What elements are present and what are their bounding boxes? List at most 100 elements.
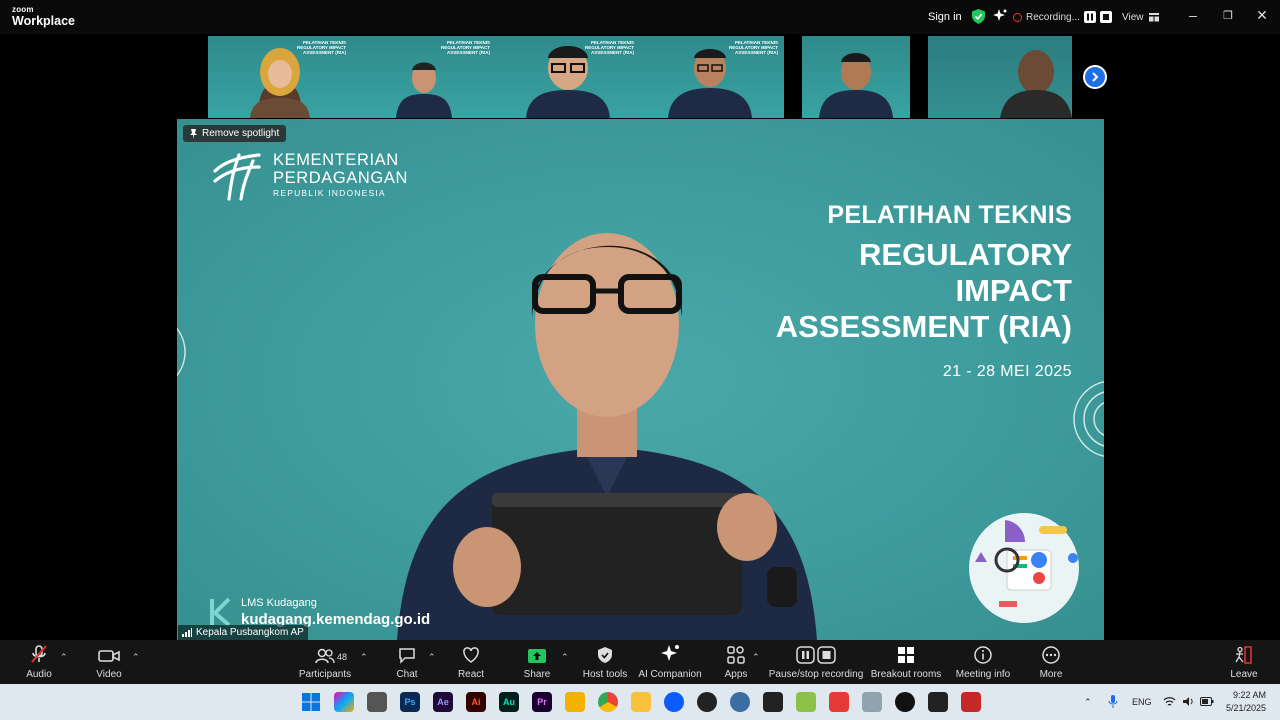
breakout-rooms-button[interactable]: Breakout rooms <box>870 640 942 684</box>
audition-icon[interactable]: Au <box>499 692 519 712</box>
ai-companion-label: AI Companion <box>638 669 702 680</box>
analytics-illustration-icon <box>969 513 1079 623</box>
participant-video <box>1000 50 1072 118</box>
close-icon[interactable]: ✕ <box>1252 7 1272 24</box>
video-button[interactable]: Video <box>94 640 124 684</box>
after-effects-icon[interactable]: Ae <box>433 692 453 712</box>
tray-mic-icon[interactable] <box>1108 695 1118 709</box>
chat-label: Chat <box>396 669 418 680</box>
participant-thumbnail[interactable]: PELATIHAN TEKNIS REGULATORY IMPACT ASSES… <box>352 36 496 118</box>
pause-recording-icon[interactable] <box>1083 11 1096 23</box>
file-explorer-icon[interactable] <box>631 692 651 712</box>
security-shield-icon[interactable] <box>972 9 985 24</box>
decorative-arc-right <box>1073 381 1104 457</box>
participant-video <box>819 53 893 118</box>
meeting-info-label: Meeting info <box>955 669 1011 680</box>
video-options-chevron-up-icon[interactable]: ⌃ <box>132 652 140 663</box>
title-bar: zoom Workplace Sign in Recording... View… <box>0 0 1280 34</box>
more-button[interactable]: More <box>1036 640 1066 684</box>
chrome-icon[interactable] <box>598 692 618 712</box>
mic-muted-icon <box>31 645 47 663</box>
meeting-info-button[interactable]: Meeting info <box>953 640 1013 684</box>
apps-chevron-up-icon[interactable]: ⌃ <box>752 652 760 663</box>
chat-button[interactable]: Chat <box>392 640 422 684</box>
apps-button[interactable]: Apps <box>721 640 751 684</box>
windows-start-icon[interactable] <box>301 692 321 712</box>
participant-thumbnail[interactable]: PELATIHAN TEKNIS REGULATORY IMPACT ASSES… <box>208 36 352 118</box>
minimize-icon[interactable]: – <box>1183 7 1203 23</box>
snip-tool-icon[interactable] <box>796 692 816 712</box>
signal-bars-icon <box>182 628 192 637</box>
share-chevron-up-icon[interactable]: ⌃ <box>561 652 569 663</box>
participant-thumbnail[interactable]: PELATIHAN TEKNIS REGULATORY IMPACT ASSES… <box>640 36 784 118</box>
zoom-taskbar-icon[interactable] <box>664 692 684 712</box>
ai-companion-button[interactable]: AI Companion <box>638 640 702 684</box>
app-red-icon[interactable] <box>829 692 849 712</box>
photoshop-icon[interactable]: Ps <box>400 692 420 712</box>
app-cube-icon[interactable] <box>367 692 387 712</box>
info-icon <box>974 646 992 664</box>
breakout-rooms-label: Breakout rooms <box>870 669 942 680</box>
chat-chevron-up-icon[interactable]: ⌃ <box>428 652 436 663</box>
app-settings-icon[interactable] <box>928 692 948 712</box>
view-button[interactable]: View <box>1122 0 1159 34</box>
participant-thumbnail[interactable]: PELATIHAN TEKNIS REGULATORY IMPACT ASSES… <box>496 36 640 118</box>
participants-icon <box>315 648 335 664</box>
windows-taskbar: Ps Ae Ai Au Pr ⌃ ENG 9:22 AM 5/21/2025 <box>0 684 1280 720</box>
ministry-name-1: KEMENTERIAN <box>273 151 399 170</box>
breakout-rooms-icon <box>898 647 914 663</box>
system-clock[interactable]: 9:22 AM 5/21/2025 <box>1226 689 1266 715</box>
volume-icon[interactable] <box>1182 696 1195 707</box>
participants-chevron-up-icon[interactable]: ⌃ <box>360 652 368 663</box>
tray-chevron-up-icon[interactable]: ⌃ <box>1084 684 1092 720</box>
audio-options-chevron-up-icon[interactable]: ⌃ <box>60 652 68 663</box>
apps-label: Apps <box>724 669 748 680</box>
apps-grid-icon <box>727 646 745 664</box>
leave-door-icon <box>1235 646 1252 664</box>
more-dots-icon <box>1042 646 1060 664</box>
copilot-app-icon[interactable] <box>334 692 354 712</box>
audio-label: Audio <box>26 669 52 680</box>
stop-recording-icon[interactable] <box>1099 11 1112 23</box>
wifi-icon[interactable] <box>1163 696 1176 707</box>
view-label: View <box>1122 11 1144 23</box>
more-label: More <box>1039 669 1063 680</box>
app-circle-icon[interactable] <box>730 692 750 712</box>
pause-stop-label: Pause/stop recording <box>768 669 864 680</box>
leave-button[interactable]: Leave <box>1229 640 1259 684</box>
recording-dot-icon <box>1013 12 1022 22</box>
audio-button[interactable]: Audio <box>24 640 54 684</box>
lms-logo-icon <box>210 597 231 627</box>
ministry-country: REPUBLIK INDONESIA <box>273 187 386 198</box>
ai-sparkle-icon[interactable] <box>993 9 1007 23</box>
restore-icon[interactable]: ❐ <box>1218 9 1238 22</box>
pin-icon <box>190 128 197 139</box>
react-button[interactable]: React <box>456 640 486 684</box>
pause-stop-recording-button[interactable]: Pause/stop recording <box>768 640 864 684</box>
acrobat-icon[interactable]: Ai <box>466 692 486 712</box>
brand-small: zoom <box>12 5 34 14</box>
next-gallery-button[interactable] <box>1083 65 1107 89</box>
participant-thumbnail[interactable] <box>802 36 910 118</box>
host-tools-button[interactable]: Host tools <box>580 640 630 684</box>
pause-stop-icon <box>796 646 836 664</box>
app-dark-icon[interactable] <box>763 692 783 712</box>
sign-in-button[interactable]: Sign in <box>928 0 962 34</box>
app-round-dark-icon[interactable] <box>895 692 915 712</box>
participant-video <box>250 48 310 118</box>
remove-spotlight-button[interactable]: Remove spotlight <box>183 125 287 142</box>
participants-button[interactable]: Participants <box>296 640 354 684</box>
headphones-app-icon[interactable] <box>565 692 585 712</box>
premiere-icon[interactable]: Pr <box>532 692 552 712</box>
language-indicator[interactable]: ENG <box>1132 684 1152 720</box>
battery-icon[interactable] <box>1200 697 1214 706</box>
slide-dates: 21 - 28 MEI 2025 <box>942 363 1072 380</box>
ai-companion-sparkle-icon <box>661 645 679 661</box>
participant-thumbnail[interactable] <box>928 36 1072 118</box>
share-button[interactable]: Share <box>522 640 552 684</box>
participant-video <box>668 49 752 118</box>
recording-indicator[interactable]: Recording... <box>1013 9 1112 25</box>
photos-icon[interactable] <box>862 692 882 712</box>
obs-icon[interactable] <box>697 692 717 712</box>
voicemeeter-icon[interactable] <box>961 692 981 712</box>
